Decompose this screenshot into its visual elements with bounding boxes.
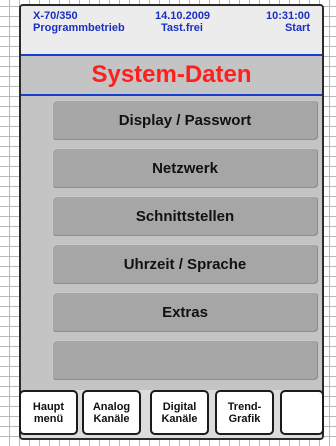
- time-language-button[interactable]: Uhrzeit / Sprache: [52, 244, 318, 284]
- softkey-label: Kanäle: [93, 412, 130, 425]
- digital-channels-softkey[interactable]: Digital Kanäle: [150, 390, 209, 435]
- device-label: X-70/350: [33, 10, 78, 22]
- network-button[interactable]: Netzwerk: [52, 148, 318, 188]
- device-screen: X-70/350 Programmbetrieb 14.10.2009 Tast…: [19, 4, 324, 440]
- softkey-label: Grafik: [228, 412, 261, 425]
- empty-softkey[interactable]: [280, 390, 324, 435]
- keypad-label: Tast.frei: [161, 22, 203, 34]
- softkey-label: Trend-: [227, 400, 262, 413]
- trend-graphic-softkey[interactable]: Trend- Grafik: [215, 390, 274, 435]
- softkey-label: Analog: [92, 400, 131, 413]
- page-title: System-Daten: [91, 61, 252, 88]
- time-label: 10:31:00: [265, 10, 310, 22]
- softkey-label: Haupt: [32, 400, 65, 413]
- softkey-label: menü: [33, 412, 64, 425]
- start-label[interactable]: Start: [285, 22, 310, 34]
- mode-label: Programmbetrieb: [33, 22, 125, 34]
- main-menu-softkey[interactable]: Haupt menü: [19, 390, 78, 435]
- display-password-button[interactable]: Display / Passwort: [52, 100, 318, 140]
- title-divider: [21, 94, 322, 96]
- analog-channels-softkey[interactable]: Analog Kanäle: [82, 390, 141, 435]
- interfaces-button[interactable]: Schnittstellen: [52, 196, 318, 236]
- softkey-label: Digital: [162, 400, 197, 413]
- softkey-label: Kanäle: [161, 412, 198, 425]
- extras-button[interactable]: Extras: [52, 292, 318, 332]
- empty-menu-button[interactable]: [52, 340, 318, 380]
- status-bar: X-70/350 Programmbetrieb 14.10.2009 Tast…: [21, 6, 322, 56]
- date-label: 14.10.2009: [155, 10, 211, 22]
